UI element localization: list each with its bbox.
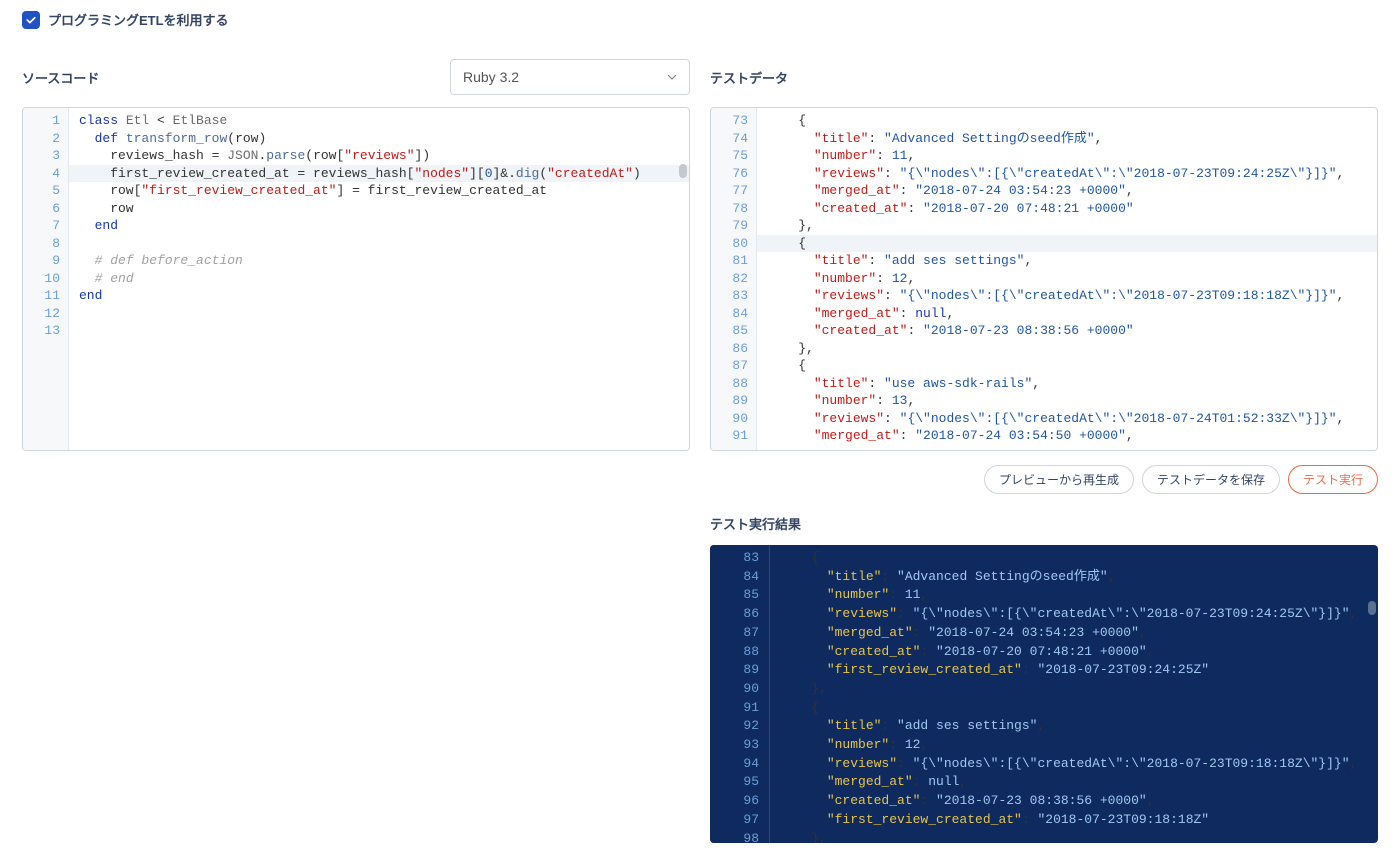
source-title: ソースコード bbox=[22, 68, 99, 87]
etl-checkbox-row: プログラミングETLを利用する bbox=[22, 10, 1378, 29]
save-button[interactable]: テストデータを保存 bbox=[1142, 465, 1280, 494]
scrollbar-thumb[interactable] bbox=[1368, 601, 1376, 615]
check-icon bbox=[25, 14, 37, 26]
etl-checkbox[interactable] bbox=[22, 11, 40, 29]
run-button[interactable]: テスト実行 bbox=[1288, 465, 1378, 494]
result-title: テスト実行結果 bbox=[710, 514, 1378, 533]
chevron-down-icon bbox=[667, 72, 677, 82]
test-data-title: テストデータ bbox=[710, 68, 788, 87]
source-column: ソースコード Ruby 3.2 12345678910111213 class … bbox=[22, 59, 690, 843]
result-viewer[interactable]: 83848586878889909192939495969798 { "titl… bbox=[710, 545, 1378, 843]
test-data-editor[interactable]: 73747576777879808182838485868788899091 {… bbox=[710, 107, 1378, 451]
etl-checkbox-label: プログラミングETLを利用する bbox=[48, 10, 229, 29]
scrollbar-thumb[interactable] bbox=[679, 164, 687, 178]
runtime-select[interactable]: Ruby 3.2 bbox=[450, 59, 690, 95]
runtime-value: Ruby 3.2 bbox=[463, 69, 519, 85]
regenerate-button[interactable]: プレビューから再生成 bbox=[984, 465, 1134, 494]
source-editor[interactable]: 12345678910111213 class Etl < EtlBase de… bbox=[22, 107, 690, 451]
test-column: テストデータ 737475767778798081828384858687888… bbox=[710, 59, 1378, 843]
